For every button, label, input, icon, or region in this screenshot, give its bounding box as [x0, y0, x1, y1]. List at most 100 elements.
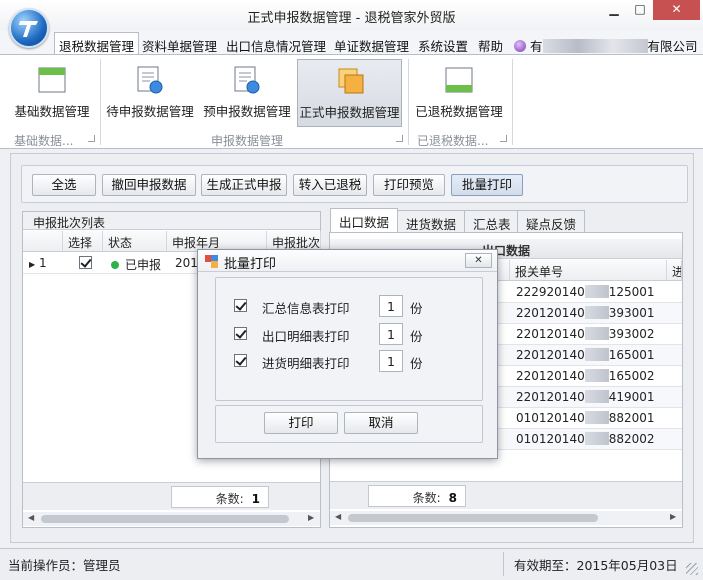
menu-settings[interactable]: 系统设置	[414, 33, 472, 54]
menu-tax-refund[interactable]: 退税数据管理	[54, 32, 140, 55]
purchase-detail-copies-input[interactable]: 1	[379, 350, 403, 372]
select-all-button[interactable]: 全选	[32, 174, 96, 196]
col-month[interactable]: 申报年月	[167, 231, 267, 251]
dialog-close-button[interactable]: ✕	[465, 253, 492, 268]
pre-declare-button[interactable]: 预申报数据管理	[200, 59, 294, 127]
tab-doubt[interactable]: 疑点反馈	[517, 210, 586, 232]
ribbon-group-declare: 申报数据管理	[211, 134, 284, 148]
purchase-detail-unit: 份	[410, 356, 423, 371]
menu-export-info[interactable]: 出口信息情况管理	[222, 33, 330, 54]
export-detail-unit: 份	[410, 329, 423, 344]
tab-export[interactable]: 出口数据	[330, 208, 399, 233]
menu-documents[interactable]: 资料单据管理	[138, 33, 221, 54]
dialog-titlebar: 批量打印 ✕	[198, 250, 497, 272]
panel-title: 申报批次列表	[23, 212, 320, 230]
ribbon-group-basic: 基础数据...	[14, 134, 74, 148]
title-bar: 正式申报数据管理 - 退税管家外贸版 ▁ □ ✕	[0, 0, 703, 30]
col-customs-no[interactable]: 报关单号	[510, 260, 667, 280]
tab-purchase[interactable]: 进货数据	[397, 210, 466, 232]
export-detail-copies-input[interactable]: 1	[379, 323, 403, 345]
pending-data-icon	[137, 66, 163, 94]
batch-print-dialog: 批量打印 ✕ 汇总信息表打印 1 份 出口明细表打印 1 份 进货明细表打印 1…	[197, 249, 498, 459]
print-button[interactable]: 打印	[264, 412, 338, 434]
row-checkbox[interactable]	[79, 256, 92, 269]
scroll-thumb[interactable]	[348, 514, 598, 522]
batch-print-button[interactable]: 批量打印	[451, 174, 523, 196]
scroll-right-icon[interactable]: ▶	[670, 512, 676, 521]
user-icon	[514, 40, 526, 52]
generate-formal-button[interactable]: 生成正式申报	[201, 174, 287, 196]
menu-bar: 退税数据管理 资料单据管理 出口信息情况管理 单证数据管理 系统设置 帮助 有有…	[0, 30, 703, 55]
redacted-text	[584, 432, 609, 445]
operator-label: 当前操作员：管理员	[8, 558, 121, 573]
pending-data-button[interactable]: 待申报数据管理	[104, 59, 196, 127]
dialog-app-icon	[205, 255, 218, 268]
close-button[interactable]: ✕	[653, 0, 700, 20]
row-status: 已申报	[125, 258, 162, 272]
col-next[interactable]: 进	[667, 260, 682, 280]
print-preview-button[interactable]: 打印预览	[373, 174, 445, 196]
batch-hscroll[interactable]: ◀ ▶	[23, 512, 320, 526]
tab-summary[interactable]: 汇总表	[464, 210, 520, 232]
export-count: 条数: 8	[368, 485, 466, 507]
export-hscroll[interactable]: ◀ ▶	[330, 511, 682, 525]
print-options-group: 汇总信息表打印 1 份 出口明细表打印 1 份 进货明细表打印 1 份	[215, 277, 483, 401]
redacted-text	[542, 39, 648, 53]
redacted-text	[584, 411, 609, 424]
purchase-detail-checkbox[interactable]	[234, 354, 247, 367]
scroll-thumb[interactable]	[41, 515, 289, 523]
dialog-button-group: 打印 取消	[215, 405, 483, 443]
group-expand-icon[interactable]	[396, 135, 403, 142]
customs-number-cell: 220120140 419001	[516, 390, 655, 404]
summary-unit: 份	[410, 301, 423, 316]
batch-footer: 条数: 1	[23, 482, 320, 510]
col-status[interactable]: 状态	[103, 231, 167, 251]
scroll-left-icon[interactable]: ◀	[28, 513, 34, 522]
redacted-text	[584, 327, 609, 340]
window-title: 正式申报数据管理 - 退税管家外贸版	[247, 11, 456, 26]
customs-number-cell: 010120140 882001	[516, 411, 655, 425]
dialog-title: 批量打印	[224, 257, 277, 272]
export-footer: 条数: 8	[330, 481, 682, 509]
export-detail-label: 出口明细表打印	[262, 329, 350, 344]
basic-data-icon	[38, 67, 66, 93]
refunded-data-button[interactable]: 已退税数据管理	[412, 59, 506, 127]
group-expand-icon[interactable]	[88, 135, 95, 142]
formal-declare-button[interactable]: 正式申报数据管理	[297, 59, 402, 127]
basic-data-button[interactable]: 基础数据管理	[8, 59, 96, 127]
move-refunded-button[interactable]: 转入已退税	[293, 174, 367, 196]
summary-checkbox[interactable]	[234, 299, 247, 312]
summary-copies-input[interactable]: 1	[379, 295, 403, 317]
scroll-left-icon[interactable]: ◀	[335, 512, 341, 521]
redacted-text	[584, 369, 609, 382]
col-batch[interactable]: 申报批次	[267, 231, 321, 251]
menu-help[interactable]: 帮助	[474, 33, 507, 54]
customs-number-cell: 220120140 165001	[516, 348, 655, 362]
cancel-button[interactable]: 取消	[344, 412, 418, 434]
withdraw-button[interactable]: 撤回申报数据	[102, 174, 196, 196]
expiry-label: 有效期至：2015年05月03日	[514, 558, 678, 573]
group-expand-icon[interactable]	[500, 135, 507, 142]
row-pointer-icon: ▶	[29, 260, 36, 269]
customs-number-cell: 010120140 882002	[516, 432, 655, 446]
summary-label: 汇总信息表打印	[262, 301, 350, 316]
customs-number-cell: 220120140 393002	[516, 327, 655, 341]
ribbon: 基础数据管理 待申报数据管理 预申报数据管理 正式申报数据管理 已退税数据管理 …	[0, 54, 703, 149]
export-detail-checkbox[interactable]	[234, 327, 247, 340]
company-name: 有有限公司	[514, 36, 698, 55]
scroll-right-icon[interactable]: ▶	[308, 513, 314, 522]
maximize-button[interactable]: □	[627, 0, 653, 20]
redacted-text	[584, 348, 609, 361]
customs-number-cell: 220120140 165002	[516, 369, 655, 383]
row-index: 1	[38, 256, 47, 270]
app-logo-icon[interactable]	[9, 8, 49, 48]
status-ok-icon	[111, 261, 119, 269]
col-select[interactable]: 选择	[63, 231, 103, 251]
resize-grip-icon[interactable]	[686, 563, 698, 575]
customs-number-cell: 220120140 393001	[516, 306, 655, 320]
minimize-button[interactable]: ▁	[601, 0, 627, 20]
refunded-data-icon	[445, 67, 473, 93]
formal-declare-icon	[338, 68, 363, 94]
menu-certificates[interactable]: 单证数据管理	[330, 33, 413, 54]
purchase-detail-label: 进货明细表打印	[262, 356, 350, 371]
